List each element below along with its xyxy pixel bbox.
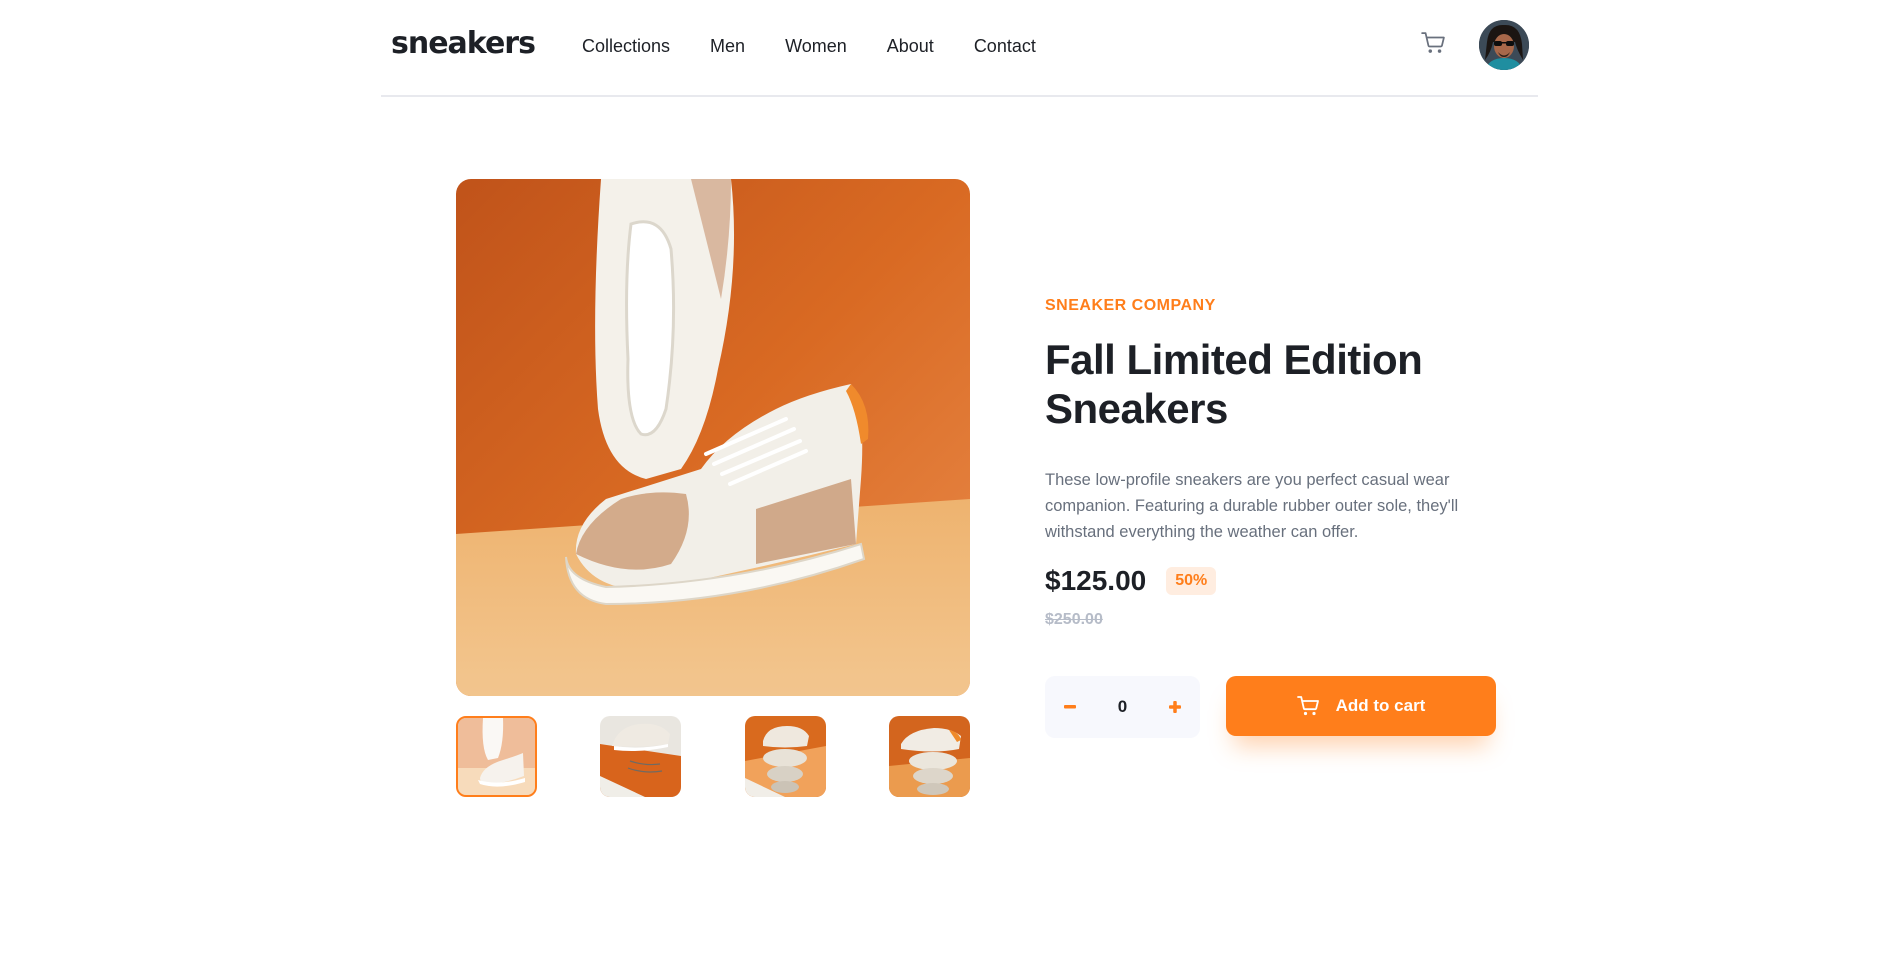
quantity-value: 0: [1117, 697, 1128, 716]
product-info: SNEAKER COMPANY Fall Limited Edition Sne…: [1045, 297, 1505, 629]
cart-icon: [1421, 32, 1445, 53]
thumbnail-strip: [456, 716, 970, 797]
nav-women[interactable]: Women: [785, 36, 847, 57]
product-description: These low-profile sneakers are you perfe…: [1045, 471, 1459, 541]
product-title: Fall Limited Edition Sneakers: [1045, 336, 1423, 432]
add-to-cart-button[interactable]: Add to cart: [1226, 676, 1496, 736]
plus-icon: [1169, 701, 1181, 713]
company-label: SNEAKER COMPANY: [1045, 297, 1216, 314]
thumbnail-4[interactable]: [889, 716, 970, 797]
minus-icon: [1064, 705, 1076, 709]
avatar-image: [1479, 20, 1529, 70]
thumbnail-2[interactable]: [600, 716, 681, 797]
price-row: $125.00 50%: [1045, 565, 1505, 597]
current-price: $125.00: [1045, 565, 1147, 596]
site-header: sneakers Collections Men Women About Con…: [381, 0, 1538, 97]
discount-badge: 50%: [1166, 567, 1217, 595]
cart-icon: [1296, 696, 1319, 716]
main-nav: Collections Men Women About Contact: [582, 36, 1036, 57]
nav-men[interactable]: Men: [710, 36, 745, 57]
decrease-quantity-button[interactable]: [1045, 676, 1095, 738]
original-price: $250.00: [1045, 611, 1103, 628]
product-main-image[interactable]: [456, 179, 970, 696]
logo[interactable]: sneakers: [391, 26, 536, 61]
quantity-stepper: 0: [1045, 676, 1200, 738]
nav-collections[interactable]: Collections: [582, 36, 670, 57]
increase-quantity-button[interactable]: [1150, 676, 1200, 738]
nav-contact[interactable]: Contact: [974, 36, 1036, 57]
add-to-cart-label: Add to cart: [1335, 696, 1426, 715]
thumbnail-3[interactable]: [745, 716, 826, 797]
nav-about[interactable]: About: [887, 36, 934, 57]
thumbnail-1[interactable]: [456, 716, 537, 797]
user-avatar[interactable]: [1479, 20, 1529, 70]
cart-button[interactable]: [1421, 32, 1449, 58]
